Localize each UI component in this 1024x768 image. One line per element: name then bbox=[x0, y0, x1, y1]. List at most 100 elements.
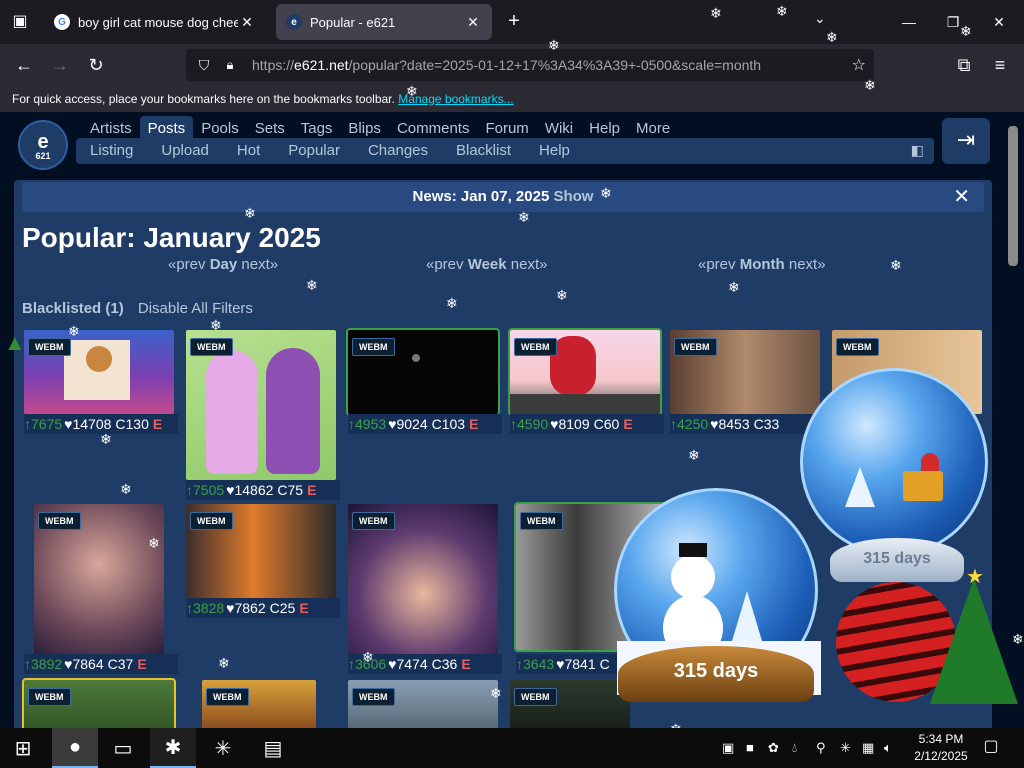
menu-icon[interactable]: ≡ bbox=[988, 53, 1012, 77]
search-icon[interactable]: ⚲ bbox=[816, 740, 826, 756]
blacklisted-count[interactable]: Blacklisted (1) bbox=[22, 300, 124, 317]
news-show-link[interactable]: Show bbox=[553, 188, 593, 205]
post-stats: ↑4590 ♥8109 C60 E bbox=[510, 414, 664, 434]
scale-month-label[interactable]: Month bbox=[740, 256, 785, 273]
minimize-icon[interactable]: — bbox=[894, 10, 924, 34]
tab-google-search[interactable]: G boy girl cat mouse dog cheese ✕ bbox=[44, 4, 266, 40]
scale-day: «prev Day next» bbox=[168, 256, 278, 273]
snowflake-icon: ❄ bbox=[210, 317, 222, 333]
tray-snow-icon[interactable]: ✳ bbox=[840, 740, 851, 756]
post-score: ↑4590 bbox=[510, 416, 549, 432]
subnav-listing[interactable]: Listing bbox=[76, 138, 147, 164]
webm-badge: WEBM bbox=[38, 512, 81, 530]
disable-filters-link[interactable]: Disable All Filters bbox=[138, 300, 253, 317]
webm-badge: WEBM bbox=[514, 688, 557, 706]
tray-drop-icon[interactable]: 💧︎ bbox=[792, 740, 797, 756]
lock-icon[interactable]: 🔒︎ bbox=[220, 57, 240, 73]
screen: ▣ G boy girl cat mouse dog cheese ✕ e Po… bbox=[0, 0, 1024, 768]
next-week-link[interactable]: next» bbox=[511, 256, 548, 273]
back-icon[interactable]: ← bbox=[12, 53, 36, 77]
extensions-icon[interactable]: ⧉ bbox=[952, 53, 976, 77]
post-thumbnail[interactable]: WEBM ↑3828 ♥7862 C25 E bbox=[186, 504, 340, 618]
file-explorer-icon[interactable]: ▭ bbox=[100, 728, 146, 768]
snowman-icon bbox=[671, 555, 715, 599]
notification-icon[interactable]: ▢ bbox=[980, 736, 1002, 756]
post-thumbnail[interactable]: WEBM ↑7505 ♥14862 C75 E bbox=[186, 330, 340, 500]
firefox-icon[interactable]: ● bbox=[52, 728, 98, 768]
scale-day-label[interactable]: Day bbox=[210, 256, 238, 273]
tray-app-icon[interactable]: ✿ bbox=[768, 740, 779, 756]
close-tab-icon[interactable]: ✕ bbox=[464, 14, 482, 31]
post-thumbnail[interactable]: WEBM bbox=[202, 680, 316, 728]
theme-toggle-icon[interactable]: ◧ bbox=[911, 142, 924, 159]
forward-icon[interactable]: → bbox=[48, 53, 72, 77]
scrollbar-thumb[interactable] bbox=[1008, 126, 1018, 266]
thumb-artwork bbox=[550, 336, 596, 396]
clock[interactable]: 5:34 PM 2/12/2025 bbox=[906, 731, 976, 765]
post-thumbnail[interactable]: WEBM ↑4250 ♥8453 C33 bbox=[670, 330, 824, 440]
snowflake-icon: ❄ bbox=[218, 655, 230, 671]
e621-logo[interactable]: e 621 bbox=[18, 120, 68, 170]
chevron-down-icon[interactable]: ⌄ bbox=[814, 10, 826, 27]
prev-day-link[interactable]: «prev bbox=[168, 256, 206, 273]
snowflake-icon: ❄ bbox=[120, 481, 132, 497]
globe-base-decoration: 315 days bbox=[830, 538, 964, 582]
bookmark-star-icon[interactable]: ☆ bbox=[852, 55, 866, 75]
page-title: Popular: January 2025 bbox=[22, 222, 321, 253]
scale-week: «prev Week next» bbox=[426, 256, 548, 273]
url-text[interactable]: https://e621.net/popular?date=2025-01-12… bbox=[252, 57, 761, 73]
login-button[interactable]: ⇥ bbox=[942, 118, 990, 164]
post-thumbnail[interactable]: WEBM ↑4953 ♥9024 C103 E bbox=[346, 328, 502, 440]
new-tab-icon[interactable]: + bbox=[502, 10, 526, 34]
next-day-link[interactable]: next» bbox=[241, 256, 278, 273]
days-counter-small: 315 days bbox=[863, 550, 931, 567]
subnav-help[interactable]: Help bbox=[525, 138, 584, 164]
snowflake-icon: ❄ bbox=[68, 323, 80, 339]
windows-start-icon[interactable]: ⊞ bbox=[0, 728, 46, 768]
tab-list-icon[interactable]: ▣ bbox=[8, 10, 32, 34]
tab-title: Popular - e621 bbox=[310, 14, 396, 30]
post-thumbnail[interactable]: WEBM ↑3892 ♥7864 C37 E bbox=[24, 504, 178, 674]
thumb-artwork bbox=[510, 394, 660, 414]
subnav-hot[interactable]: Hot bbox=[223, 138, 274, 164]
thumb-artwork bbox=[412, 354, 420, 362]
post-thumbnail[interactable]: WEBM bbox=[348, 680, 498, 728]
tray-app-icon[interactable]: ▣ bbox=[722, 740, 734, 756]
post-comments: C60 bbox=[593, 416, 620, 432]
spark-app-icon[interactable]: ✳ bbox=[200, 728, 246, 768]
webm-badge: WEBM bbox=[190, 338, 233, 356]
close-window-icon[interactable]: ✕ bbox=[984, 10, 1014, 34]
volume-icon[interactable]: 🔈︎ bbox=[884, 740, 892, 756]
blacklist-bar: Blacklisted (1) Disable All Filters bbox=[22, 300, 253, 317]
next-month-link[interactable]: next» bbox=[789, 256, 826, 273]
tray-app-icon[interactable]: ■ bbox=[746, 740, 754, 755]
network-icon[interactable]: ▦ bbox=[862, 740, 874, 756]
snowflake-icon: ❄ bbox=[244, 205, 256, 221]
post-thumbnail[interactable]: WEBM ↑4590 ♥8109 C60 E bbox=[508, 328, 664, 440]
monitor-app-icon[interactable]: ▤ bbox=[250, 728, 296, 768]
snow-app-icon[interactable]: ✱ bbox=[150, 728, 196, 768]
subnav-popular[interactable]: Popular bbox=[274, 138, 354, 164]
subnav-changes[interactable]: Changes bbox=[354, 138, 442, 164]
shield-icon[interactable]: ⛉ bbox=[194, 57, 214, 74]
reload-icon[interactable]: ↻ bbox=[84, 53, 108, 77]
close-news-icon[interactable]: ✕ bbox=[953, 182, 970, 212]
prev-month-link[interactable]: «prev bbox=[698, 256, 736, 273]
webm-badge: WEBM bbox=[206, 688, 249, 706]
snowflake-icon: ❄ bbox=[890, 257, 902, 273]
post-thumbnail[interactable]: WEBM ↑7675 ♥14708 C130 E bbox=[24, 330, 178, 440]
tab-title: boy girl cat mouse dog cheese bbox=[78, 14, 238, 30]
url-bar[interactable]: ⛉ 🔒︎ https://e621.net/popular?date=2025-… bbox=[186, 49, 874, 81]
snowflake-icon: ❄ bbox=[148, 535, 160, 551]
subnav-upload[interactable]: Upload bbox=[147, 138, 223, 164]
scale-week-label[interactable]: Week bbox=[468, 256, 507, 273]
post-thumbnail[interactable]: WEBM bbox=[510, 680, 630, 728]
post-comments: C75 bbox=[277, 482, 304, 498]
close-tab-icon[interactable]: ✕ bbox=[238, 14, 256, 31]
post-thumbnail[interactable]: WEBM bbox=[22, 678, 176, 728]
webm-badge: WEBM bbox=[514, 338, 557, 356]
tab-popular-e621[interactable]: e Popular - e621 ✕ bbox=[276, 4, 492, 40]
clock-time: 5:34 PM bbox=[918, 732, 964, 746]
subnav-blacklist[interactable]: Blacklist bbox=[442, 138, 525, 164]
prev-week-link[interactable]: «prev bbox=[426, 256, 464, 273]
